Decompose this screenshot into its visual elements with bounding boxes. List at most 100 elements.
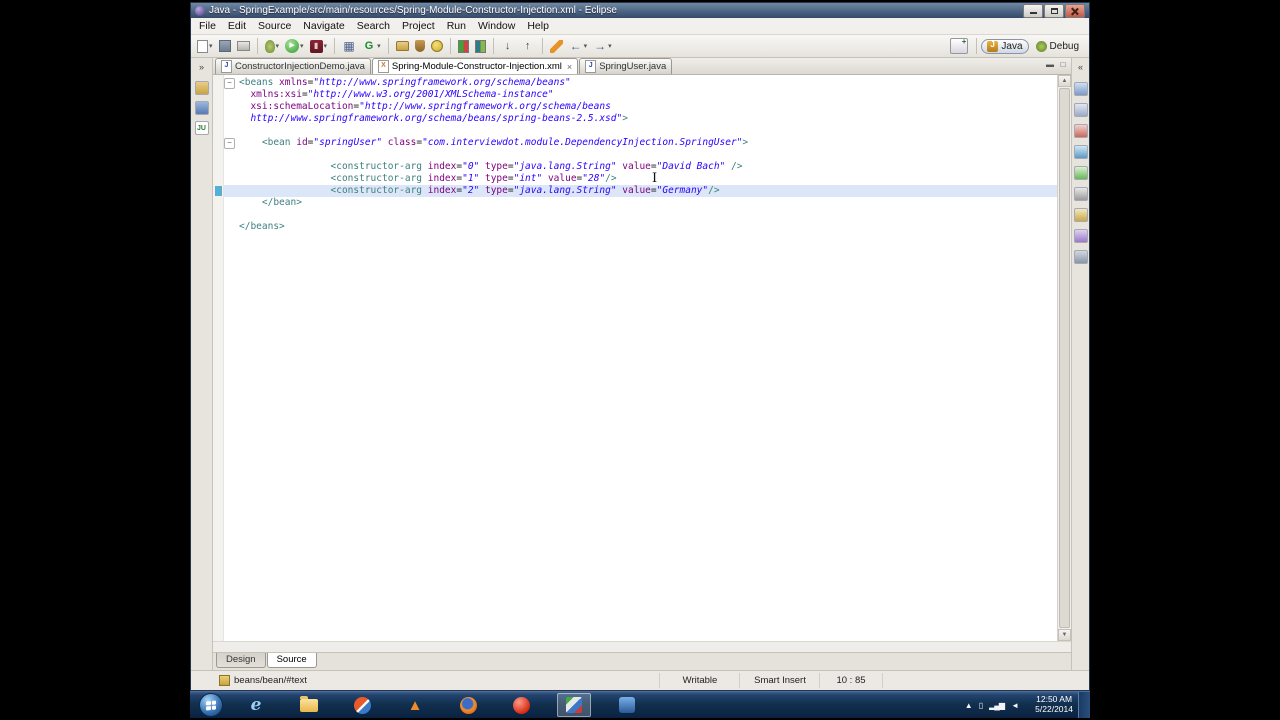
coverage-report-button[interactable] xyxy=(473,37,488,55)
scrollbar-thumb[interactable] xyxy=(1059,88,1070,628)
collapse-toggle-icon[interactable]: − xyxy=(224,137,235,149)
declaration-icon[interactable] xyxy=(1073,166,1088,180)
scroll-down-icon[interactable]: ▼ xyxy=(1058,629,1071,641)
code-line[interactable]: xmlns:xsi="http://www.w3.org/2001/XMLSch… xyxy=(239,89,1057,101)
type-hierarchy-icon[interactable] xyxy=(194,101,209,115)
collapse-toggle-icon[interactable]: − xyxy=(224,77,235,89)
run-server-button[interactable]: G ▾ xyxy=(360,37,383,55)
perspective-debug-button[interactable]: Debug xyxy=(1031,39,1084,54)
javadoc-icon[interactable] xyxy=(1073,145,1088,159)
code-line[interactable]: <beans xmlns="http://www.springframework… xyxy=(239,77,1057,89)
editor-tab[interactable]: J ConstructorInjectionDemo.java xyxy=(215,58,371,74)
history-icon[interactable] xyxy=(1073,229,1088,243)
code-line[interactable]: xsi:schemaLocation="http://www.springfra… xyxy=(239,101,1057,113)
java-ee-table-button[interactable]: ▦ xyxy=(340,37,358,55)
forward-button[interactable]: → ▾ xyxy=(591,37,614,55)
folding-margin[interactable]: − − xyxy=(224,75,235,641)
network-icon[interactable]: ▂▄▆ xyxy=(989,701,1005,710)
print-button[interactable] xyxy=(235,37,252,55)
editor-tab[interactable]: J SpringUser.java xyxy=(579,58,673,74)
design-source-tabs: Design Source xyxy=(213,652,1071,670)
menu-item-help[interactable]: Help xyxy=(521,19,555,33)
console-icon[interactable] xyxy=(1073,187,1088,201)
outline-icon[interactable] xyxy=(1073,82,1088,96)
code-line[interactable]: <constructor-arg index="2" type="java.la… xyxy=(235,185,1057,197)
code-line[interactable] xyxy=(239,149,1057,161)
toolbar-separator xyxy=(256,38,258,54)
annotation-ruler[interactable] xyxy=(213,75,224,641)
window-minimize-button[interactable] xyxy=(1023,3,1043,18)
window-maximize-button[interactable] xyxy=(1044,3,1064,18)
code-line[interactable]: <bean id="springUser" class="com.intervi… xyxy=(239,137,1057,149)
code-line[interactable]: http://www.springframework.org/schema/be… xyxy=(239,113,1057,125)
vlc-button[interactable]: ▲ xyxy=(398,693,432,717)
menu-item-file[interactable]: File xyxy=(193,19,222,33)
window-close-button[interactable] xyxy=(1065,3,1085,18)
tab-label: ConstructorInjectionDemo.java xyxy=(235,61,365,72)
new-wizard-button[interactable]: ▾ xyxy=(195,37,215,55)
code-line[interactable] xyxy=(239,125,1057,137)
page-tab-source[interactable]: Source xyxy=(266,653,317,668)
internet-explorer-button[interactable]: e xyxy=(239,693,273,717)
windows-explorer-button[interactable] xyxy=(292,693,326,717)
title-bar[interactable]: Java - SpringExample/src/main/resources/… xyxy=(191,3,1089,18)
save-button[interactable] xyxy=(217,37,233,55)
taskbar-clock[interactable]: 12:50 AM 5/22/2014 xyxy=(1035,694,1073,714)
app-red-button[interactable] xyxy=(504,693,538,717)
show-hidden-icons-icon[interactable]: ▲ xyxy=(965,701,973,710)
ruler-cell xyxy=(213,101,223,113)
snippets-icon[interactable] xyxy=(1073,250,1088,264)
last-edit-location-button[interactable] xyxy=(548,37,565,55)
open-perspective-button[interactable] xyxy=(950,37,969,54)
code-token: /> xyxy=(708,185,720,196)
maximize-editor-icon[interactable]: □ xyxy=(1058,60,1068,70)
power-icon[interactable]: ▯ xyxy=(979,701,984,710)
code-line[interactable]: <constructor-arg index="0" type="java.la… xyxy=(239,161,1057,173)
menu-item-search[interactable]: Search xyxy=(351,19,396,33)
xml-source-editor[interactable]: <beans xmlns="http://www.springframework… xyxy=(235,75,1057,641)
search-button[interactable] xyxy=(429,37,445,55)
menu-item-run[interactable]: Run xyxy=(441,19,472,33)
debug-button[interactable]: ▾ xyxy=(263,37,282,55)
back-button[interactable]: ← ▾ xyxy=(567,37,590,55)
menu-item-project[interactable]: Project xyxy=(396,19,441,33)
firefox-button[interactable] xyxy=(451,693,485,717)
menu-item-source[interactable]: Source xyxy=(252,19,297,33)
app-blue-button[interactable] xyxy=(610,693,644,717)
junit-button[interactable] xyxy=(456,37,471,55)
restore-views-icon[interactable]: » xyxy=(195,61,209,75)
start-button[interactable] xyxy=(199,693,223,717)
vertical-scrollbar[interactable]: ▲ ▼ xyxy=(1057,75,1071,641)
code-line[interactable]: </beans> xyxy=(239,221,1057,233)
task-list-icon[interactable] xyxy=(1073,103,1088,117)
screen-recorder-button[interactable] xyxy=(557,693,591,717)
package-explorer-icon[interactable] xyxy=(194,81,209,95)
code-line[interactable] xyxy=(239,209,1057,221)
scroll-up-icon[interactable]: ▲ xyxy=(1058,75,1071,87)
search-view-icon[interactable] xyxy=(1073,208,1088,222)
minimize-editor-icon[interactable]: ▬ xyxy=(1045,60,1055,70)
junit-view-icon[interactable]: JU xyxy=(194,121,209,135)
perspective-java-button[interactable]: Java xyxy=(981,38,1029,54)
new-java-project-button[interactable] xyxy=(394,37,411,55)
restore-views-icon[interactable]: « xyxy=(1074,61,1088,75)
close-tab-icon[interactable]: × xyxy=(567,62,572,72)
next-annotation-button[interactable]: ↓ xyxy=(499,37,517,55)
horizontal-scrollbar[interactable] xyxy=(213,641,1071,652)
menu-item-window[interactable]: Window xyxy=(472,19,521,33)
menu-item-navigate[interactable]: Navigate xyxy=(297,19,350,33)
current-line-marker xyxy=(214,186,222,196)
run-button[interactable]: ▶ ▾ xyxy=(283,37,306,55)
code-line[interactable]: </bean> xyxy=(239,197,1057,209)
volume-icon[interactable]: ◄ xyxy=(1011,701,1019,710)
prev-annotation-button[interactable]: ↑ xyxy=(519,37,537,55)
page-tab-design[interactable]: Design xyxy=(216,653,266,668)
editor-tab[interactable]: X Spring-Module-Constructor-Injection.xml… xyxy=(371,58,579,74)
coverage-button[interactable]: ▮ ▾ xyxy=(308,37,330,55)
menu-item-edit[interactable]: Edit xyxy=(222,19,252,33)
show-desktop-button[interactable] xyxy=(1078,692,1090,718)
code-line[interactable]: <constructor-arg index="1" type="int" va… xyxy=(239,173,1057,185)
opera-button[interactable] xyxy=(345,693,379,717)
problems-icon[interactable] xyxy=(1073,124,1088,138)
open-type-button[interactable] xyxy=(413,37,427,55)
